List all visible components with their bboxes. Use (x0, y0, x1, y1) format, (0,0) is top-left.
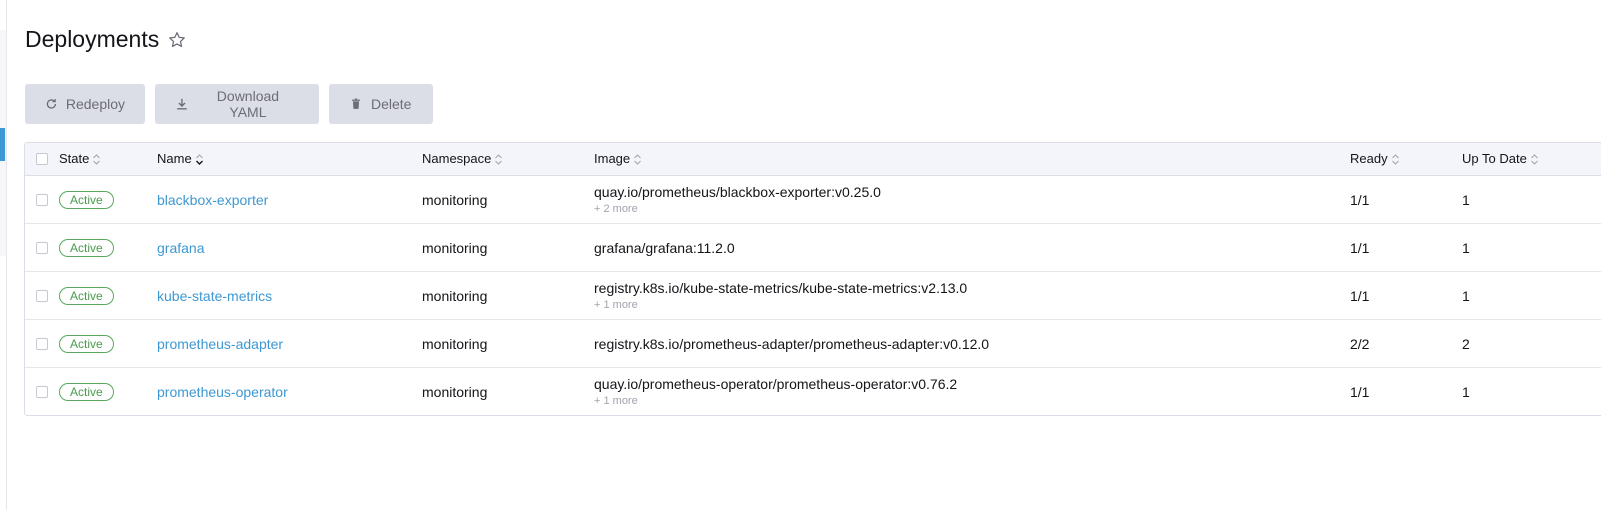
table-row: Active blackbox-exporter monitoring quay… (25, 176, 1601, 224)
deployments-table: State Name Namespace Image Ready Up To D… (24, 142, 1601, 416)
select-all-checkbox[interactable] (36, 153, 48, 165)
ready-value: 2/2 (1350, 335, 1370, 352)
column-label: Image (594, 151, 631, 166)
image-value: grafana/grafana:11.2.0 (594, 239, 735, 256)
more-images-link[interactable]: + 1 more (594, 395, 638, 407)
deployment-name-link[interactable]: blackbox-exporter (157, 192, 268, 208)
ready-value: 1/1 (1350, 383, 1370, 400)
delete-label: Delete (371, 96, 412, 112)
sort-icon (634, 153, 641, 165)
column-header-up-to-date[interactable]: Up To Date (1462, 143, 1539, 175)
up-to-date-value: 1 (1462, 191, 1470, 208)
column-label: Ready (1350, 151, 1388, 166)
image-value: registry.k8s.io/prometheus-adapter/prome… (594, 335, 990, 352)
column-label: State (59, 151, 90, 166)
download-icon (177, 98, 187, 110)
deployment-name-link[interactable]: prometheus-operator (157, 384, 288, 400)
page-title: Deployments (25, 26, 160, 52)
sidebar-active-indicator (0, 128, 5, 161)
up-to-date-value: 2 (1462, 335, 1470, 352)
status-badge: Active (59, 238, 114, 257)
sort-icon (495, 153, 503, 165)
redeploy-button[interactable]: Redeploy (25, 84, 145, 124)
more-images-link[interactable]: + 1 more (594, 299, 638, 311)
download-yaml-label: Download YAML (216, 88, 280, 120)
status-badge: Active (59, 334, 114, 353)
trash-icon (352, 98, 360, 109)
status-badge: Active (59, 190, 114, 209)
column-header-ready[interactable]: Ready (1350, 143, 1400, 175)
image-value: quay.io/prometheus/blackbox-exporter:v0.… (594, 184, 881, 200)
image-value: registry.k8s.io/kube-state-metrics/kube-… (594, 280, 968, 296)
refresh-icon (46, 99, 57, 109)
table-row: Active grafana monitoring grafana/grafan… (25, 224, 1601, 272)
ready-value: 1/1 (1350, 287, 1370, 304)
up-to-date-value: 1 (1462, 383, 1470, 400)
namespace-value: monitoring (422, 239, 488, 256)
column-label: Namespace (422, 151, 492, 166)
download-yaml-button[interactable]: Download YAML (155, 84, 319, 124)
deployment-name-link[interactable]: prometheus-adapter (157, 336, 283, 352)
sort-descending-icon (195, 153, 203, 165)
image-value: quay.io/prometheus-operator/prometheus-o… (594, 376, 958, 392)
column-header-state[interactable]: State (59, 143, 101, 175)
table-header: State Name Namespace Image Ready Up To D… (25, 143, 1601, 176)
table-row: Active prometheus-adapter monitoring reg… (25, 320, 1601, 368)
column-label: Name (157, 151, 192, 166)
column-label: Up To Date (1462, 151, 1527, 166)
row-checkbox[interactable] (36, 337, 48, 350)
redeploy-label: Redeploy (65, 96, 125, 112)
namespace-value: monitoring (422, 287, 488, 304)
sort-icon (1391, 153, 1399, 165)
up-to-date-value: 1 (1462, 287, 1470, 304)
delete-button[interactable]: Delete (329, 84, 433, 124)
sort-icon (1530, 153, 1538, 165)
up-to-date-value: 1 (1462, 239, 1470, 256)
sort-icon (93, 153, 101, 165)
column-header-image[interactable]: Image (594, 143, 642, 175)
namespace-value: monitoring (422, 335, 488, 352)
row-checkbox[interactable] (36, 241, 48, 254)
status-badge: Active (59, 382, 114, 401)
select-all-cell (36, 143, 48, 175)
deployment-name-link[interactable]: kube-state-metrics (157, 288, 272, 304)
left-sidebar-edge (0, 0, 7, 510)
bulk-actions-toolbar: Redeploy Download YAML Delete (25, 84, 433, 124)
namespace-value: monitoring (422, 191, 488, 208)
row-checkbox[interactable] (36, 289, 48, 302)
ready-value: 1/1 (1350, 191, 1370, 208)
row-checkbox[interactable] (36, 193, 48, 206)
ready-value: 1/1 (1350, 239, 1370, 256)
row-checkbox[interactable] (36, 385, 48, 398)
column-header-name[interactable]: Name (157, 143, 204, 175)
more-images-link[interactable]: + 2 more (594, 203, 638, 215)
status-badge: Active (59, 286, 114, 305)
namespace-value: monitoring (422, 383, 488, 400)
column-header-namespace[interactable]: Namespace (422, 143, 503, 175)
page-header: Deployments (25, 26, 187, 53)
deployment-name-link[interactable]: grafana (157, 240, 204, 256)
table-row: Active prometheus-operator monitoring qu… (25, 368, 1601, 415)
table-row: Active kube-state-metrics monitoring reg… (25, 272, 1601, 320)
star-icon[interactable] (167, 30, 187, 50)
